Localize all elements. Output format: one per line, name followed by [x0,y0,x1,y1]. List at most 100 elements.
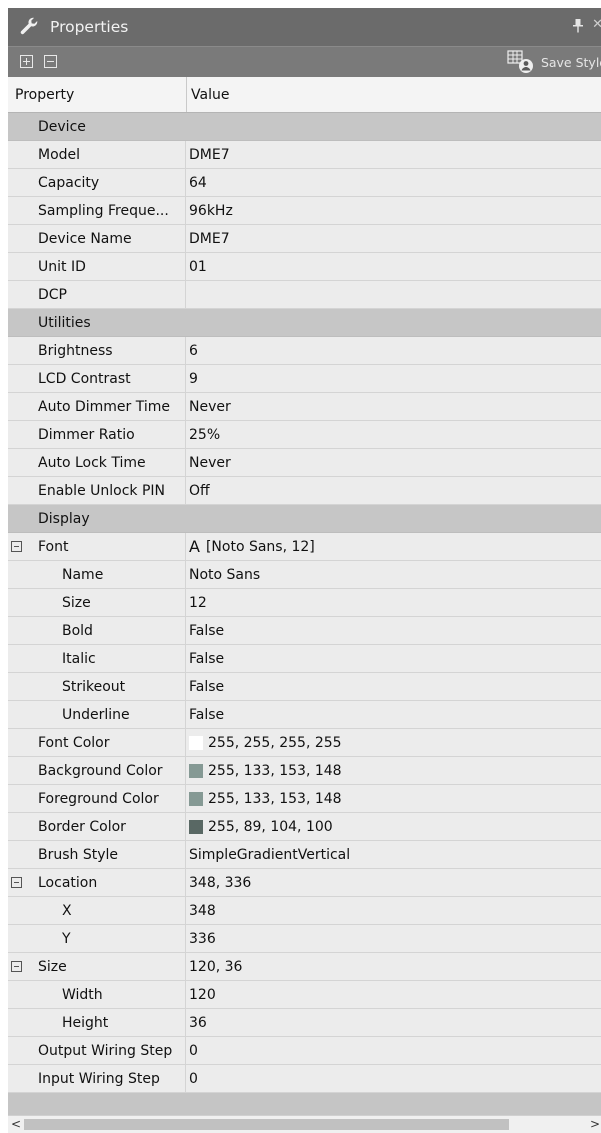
property-row[interactable]: Device Name DME7 [8,225,601,253]
property-value-cell[interactable]: False [186,645,601,672]
horizontal-scrollbar[interactable]: < > [8,1115,601,1133]
property-value-cell[interactable]: 255, 133, 153, 148 [186,757,601,784]
property-row[interactable]: LCD Contrast 9 [8,365,601,393]
property-value-cell[interactable]: DME7 [186,225,601,252]
close-icon[interactable]: ✕ [592,17,601,32]
property-row[interactable]: Bold False [8,617,601,645]
property-row[interactable]: X 348 [8,897,601,925]
property-value-cell[interactable]: 0 [186,1037,601,1064]
property-row[interactable]: Brightness 6 [8,337,601,365]
property-value-cell[interactable]: SimpleGradientVertical [186,841,601,868]
property-value-cell[interactable]: 336 [186,925,601,952]
property-row[interactable]: Name Noto Sans [8,561,601,589]
category-row[interactable]: Display [8,505,601,533]
property-value-cell[interactable]: 348, 336 [186,869,601,896]
property-value: 6 [189,342,198,359]
property-row[interactable]: Capacity 64 [8,169,601,197]
column-header-value[interactable]: Value [186,77,229,112]
property-name: Device Name [38,230,132,247]
title-bar[interactable]: Properties ✕ [8,8,601,46]
scroll-right-icon[interactable]: > [590,1116,600,1133]
property-row[interactable]: Border Color 255, 89, 104, 100 [8,813,601,841]
property-row[interactable]: Auto Lock Time Never [8,449,601,477]
property-value-cell [186,113,601,140]
property-row[interactable]: Sampling Freque... 96kHz [8,197,601,225]
property-value-cell[interactable]: 255, 133, 153, 148 [186,785,601,812]
property-value-cell[interactable]: 6 [186,337,601,364]
property-name: Sampling Freque... [38,202,169,219]
property-value-cell[interactable]: False [186,701,601,728]
property-value-cell[interactable]: 36 [186,1009,601,1036]
property-value: 348 [189,902,216,919]
property-row[interactable]: Size 120, 36 [8,953,601,981]
collapse-expander-icon[interactable] [11,961,22,972]
scroll-left-icon[interactable]: < [11,1116,21,1133]
property-row[interactable]: Width 120 [8,981,601,1009]
collapse-expander-icon[interactable] [11,541,22,552]
collapse-all-button[interactable] [44,55,57,68]
property-value: DME7 [189,230,230,247]
property-value-cell[interactable]: 120 [186,981,601,1008]
property-value-cell[interactable]: Never [186,393,601,420]
property-row[interactable]: Input Wiring Step 0 [8,1065,601,1093]
property-row[interactable]: Auto Dimmer Time Never [8,393,601,421]
column-header: Property Value [8,77,601,113]
property-value-cell[interactable]: 348 [186,897,601,924]
property-row[interactable]: Underline False [8,701,601,729]
property-value-cell[interactable]: 01 [186,253,601,280]
property-value-cell[interactable] [186,281,601,308]
property-value: 336 [189,930,216,947]
property-row[interactable]: Model DME7 [8,141,601,169]
property-row[interactable]: Dimmer Ratio 25% [8,421,601,449]
property-value-cell[interactable]: 9 [186,365,601,392]
pin-icon[interactable] [573,19,583,33]
color-swatch [189,735,203,750]
property-row[interactable]: Unit ID 01 [8,253,601,281]
property-row[interactable]: Size 12 [8,589,601,617]
property-value: 255, 89, 104, 100 [208,818,333,835]
property-row[interactable]: Brush Style SimpleGradientVertical [8,841,601,869]
property-value-cell[interactable]: 25% [186,421,601,448]
property-row[interactable]: Foreground Color 255, 133, 153, 148 [8,785,601,813]
property-value-cell[interactable]: 120, 36 [186,953,601,980]
property-name: Y [62,930,71,947]
property-value-cell[interactable]: A [Noto Sans, 12] [186,533,601,560]
property-row[interactable]: Strikeout False [8,673,601,701]
property-row[interactable]: Output Wiring Step 0 [8,1037,601,1065]
property-value-cell[interactable]: 96kHz [186,197,601,224]
property-value-cell[interactable]: Never [186,449,601,476]
property-row[interactable]: Y 336 [8,925,601,953]
property-row[interactable]: Location 348, 336 [8,869,601,897]
save-style-button[interactable]: Save Style [507,47,601,77]
property-row[interactable]: Height 36 [8,1009,601,1037]
scrollbar-thumb[interactable] [24,1119,509,1130]
property-value-cell[interactable]: 255, 255, 255, 255 [186,729,601,756]
property-row[interactable]: DCP [8,281,601,309]
expand-all-button[interactable] [20,55,33,68]
property-value-cell[interactable]: False [186,617,601,644]
property-value-cell[interactable]: 0 [186,1065,601,1092]
property-value: 12 [189,594,207,611]
color-swatch [189,763,203,778]
property-name: X [62,902,72,919]
property-row[interactable]: Font A [Noto Sans, 12] [8,533,601,561]
property-row[interactable]: Enable Unlock PIN Off [8,477,601,505]
property-row[interactable]: Font Color 255, 255, 255, 255 [8,729,601,757]
property-value-cell[interactable]: DME7 [186,141,601,168]
property-name-cell: Device [8,113,186,140]
property-value-cell[interactable]: False [186,673,601,700]
property-name-cell: Dimmer Ratio [8,421,186,448]
property-name: Bold [62,622,93,639]
property-row[interactable]: Italic False [8,645,601,673]
property-value-cell[interactable]: 64 [186,169,601,196]
window-title: Properties [50,18,129,36]
category-row[interactable]: Device [8,113,601,141]
property-value-cell[interactable]: Noto Sans [186,561,601,588]
category-row[interactable]: Utilities [8,309,601,337]
collapse-expander-icon[interactable] [11,877,22,888]
property-value-cell[interactable]: 255, 89, 104, 100 [186,813,601,840]
property-value-cell[interactable]: 12 [186,589,601,616]
property-row[interactable]: Background Color 255, 133, 153, 148 [8,757,601,785]
property-value-cell[interactable]: Off [186,477,601,504]
column-header-property[interactable]: Property [8,87,186,103]
